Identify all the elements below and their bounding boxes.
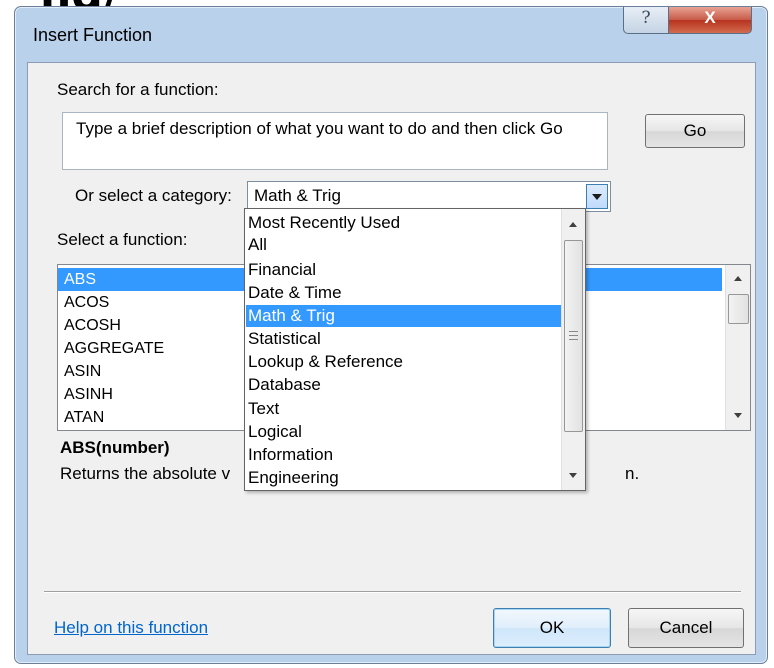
category-dropdown-button[interactable] — [586, 184, 608, 209]
category-option[interactable]: Engineering — [246, 467, 561, 489]
ok-button-label: OK — [539, 618, 565, 637]
chevron-down-icon — [592, 194, 602, 200]
cancel-button-label: Cancel — [659, 618, 713, 637]
help-on-function-link[interactable]: Help on this function — [54, 618, 208, 638]
category-selected-value: Math & Trig — [254, 186, 341, 205]
function-description-end: n. — [625, 464, 640, 483]
search-input[interactable]: Type a brief description of what you wan… — [62, 112, 608, 170]
category-label: Or select a category: — [75, 186, 232, 205]
function-list-label: Select a function: — [57, 230, 188, 249]
category-option[interactable]: Most Recently Used — [246, 212, 561, 234]
category-dropdown-scroll-thumb[interactable] — [564, 240, 583, 432]
category-option[interactable]: Text — [246, 398, 561, 420]
category-option[interactable]: Logical — [246, 421, 561, 443]
function-list-scroll-thumb[interactable] — [728, 294, 749, 324]
cancel-button[interactable]: Cancel — [628, 608, 744, 648]
function-list-scrollbar[interactable] — [725, 265, 750, 430]
category-dropdown-list[interactable]: Most Recently Used All Financial Date & … — [244, 208, 586, 491]
category-dropdown-scrollbar[interactable] — [561, 209, 585, 490]
title-bar[interactable]: Insert Function ? X — [15, 7, 767, 61]
search-label: Search for a function: — [57, 80, 219, 99]
help-icon: ? — [641, 8, 651, 28]
thumb-grip — [569, 331, 578, 332]
scroll-down-arrow-icon[interactable] — [734, 413, 742, 418]
scroll-up-arrow-icon[interactable] — [569, 222, 577, 227]
scroll-up-arrow-icon[interactable] — [734, 276, 742, 281]
ok-button[interactable]: OK — [493, 608, 611, 648]
category-option[interactable]: Lookup & Reference — [246, 351, 561, 373]
go-button-label: Go — [683, 121, 707, 140]
thumb-grip — [569, 339, 578, 340]
footer-separator — [44, 591, 741, 593]
help-button[interactable]: ? — [623, 7, 669, 34]
category-option[interactable]: Financial — [246, 259, 561, 281]
scroll-down-arrow-icon[interactable] — [569, 473, 577, 478]
function-description: Returns the absolute v — [60, 464, 231, 483]
function-signature: ABS(number) — [60, 438, 170, 457]
close-icon: X — [704, 8, 716, 27]
dialog-title: Insert Function — [33, 25, 153, 45]
category-option[interactable]: Statistical — [246, 328, 561, 350]
category-option[interactable]: Database — [246, 374, 561, 396]
close-button[interactable]: X — [668, 7, 752, 34]
go-button[interactable]: Go — [645, 114, 745, 148]
thumb-grip — [569, 335, 578, 336]
category-option[interactable]: All — [246, 234, 561, 256]
category-option[interactable]: Information — [246, 444, 561, 466]
category-option[interactable]: Date & Time — [246, 282, 561, 304]
search-input-text: Type a brief description of what you wan… — [76, 119, 563, 138]
category-option-selected[interactable]: Math & Trig — [246, 305, 561, 327]
